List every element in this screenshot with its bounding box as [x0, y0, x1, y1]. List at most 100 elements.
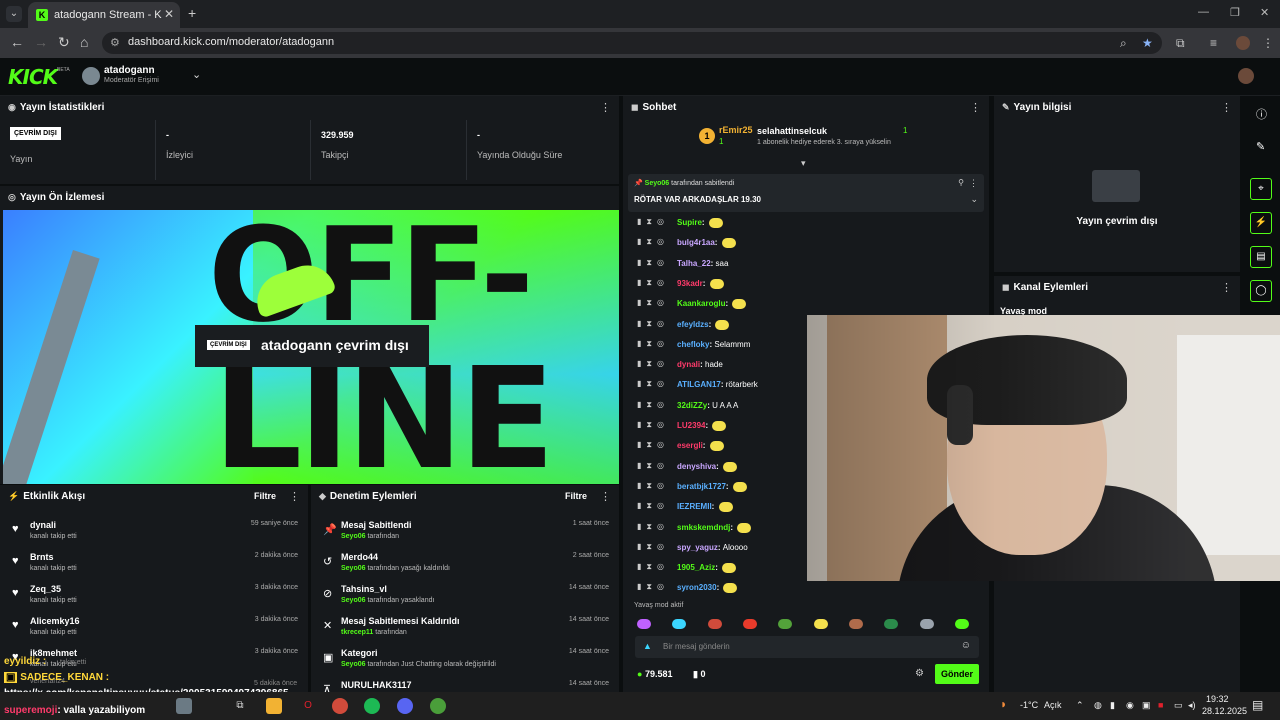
pin-menu-icon[interactable]: ⋮	[969, 178, 978, 189]
url-field[interactable]: ⚙ dashboard.kick.com/moderator/atadogann…	[102, 32, 1162, 54]
mod-quick-actions-icon[interactable]: ▮⧗◎	[637, 522, 669, 532]
mod-quick-actions-icon[interactable]: ▮⧗◎	[637, 237, 669, 247]
mod-by[interactable]: Seyo06	[341, 565, 366, 572]
mod-quick-actions-icon[interactable]: ▮⧗◎	[637, 359, 669, 369]
mod-menu-icon[interactable]: ⋮	[600, 490, 611, 503]
weather-temp[interactable]: -1°C	[1020, 700, 1038, 710]
pin-expand-icon[interactable]: ⌄	[970, 194, 978, 205]
chat-username[interactable]: 32diZZy	[677, 401, 707, 410]
sidebar-chat-icon[interactable]: ◯	[1250, 280, 1272, 302]
zoom-icon[interactable]: ⌕	[1120, 36, 1127, 51]
mod-quick-actions-icon[interactable]: ▮⧗◎	[637, 319, 669, 329]
media-icon[interactable]: ≡	[1210, 36, 1217, 50]
restore-icon[interactable]: ❐	[1230, 6, 1240, 19]
chat-username[interactable]: 93kadr	[677, 279, 703, 288]
emote-icon[interactable]	[743, 618, 758, 629]
close-window-icon[interactable]: ✕	[1260, 6, 1269, 19]
back-icon[interactable]: ←	[10, 34, 24, 50]
chrome-icon[interactable]	[430, 698, 446, 714]
chat-username[interactable]: LU2394	[677, 421, 705, 430]
forward-icon[interactable]: →	[34, 34, 48, 50]
tray-app-icon[interactable]: ◍	[1094, 700, 1102, 711]
sidebar-document-icon[interactable]: ▤	[1250, 246, 1272, 268]
emote-icon[interactable]	[637, 618, 651, 629]
network-icon[interactable]: ▭	[1174, 700, 1183, 711]
browser-tab[interactable]: K atadogann Stream - Kick Dashb ✕	[28, 2, 180, 28]
emote-icon[interactable]	[884, 618, 899, 629]
activity-user[interactable]: Alicemky16	[30, 616, 80, 626]
emote-icon[interactable]	[707, 618, 722, 629]
home-icon[interactable]: ⌂	[80, 34, 88, 50]
clock-date[interactable]: 28.12.2025	[1202, 706, 1247, 716]
emote-icon[interactable]	[813, 618, 828, 629]
emote-icon[interactable]	[849, 618, 864, 629]
activity-user[interactable]: dynali	[30, 520, 56, 530]
microphone-icon[interactable]: ▮	[1110, 700, 1115, 711]
chat-username[interactable]: esergli	[677, 441, 703, 450]
mod-quick-actions-icon[interactable]: ▮⧗◎	[637, 339, 669, 349]
tab-search-icon[interactable]: ⌄	[6, 6, 22, 22]
mod-quick-actions-icon[interactable]: ▮⧗◎	[637, 440, 669, 450]
chat-username[interactable]: efeyldzs	[677, 320, 709, 329]
chat-username[interactable]: syron2030	[677, 584, 717, 593]
mod-quick-actions-icon[interactable]: ▮⧗◎	[637, 400, 669, 410]
mod-quick-actions-icon[interactable]: ▮⧗◎	[637, 542, 669, 552]
gift-target-name[interactable]: selahattinselcuk	[757, 126, 827, 136]
sidebar-target-icon[interactable]: ⌖	[1250, 178, 1272, 200]
notifications-icon[interactable]: ▤	[1252, 698, 1263, 712]
mod-quick-actions-icon[interactable]: ▮⧗◎	[637, 298, 669, 308]
extensions-icon[interactable]: ⧉	[1176, 36, 1185, 51]
channel-actions-menu-icon[interactable]: ⋮	[1221, 281, 1232, 294]
mod-quick-actions-icon[interactable]: ▮⧗◎	[637, 217, 669, 227]
mod-by[interactable]: Seyo06	[341, 533, 366, 540]
tab-close-icon[interactable]: ✕	[164, 7, 174, 21]
chat-username[interactable]: Talha_22	[677, 259, 711, 268]
chat-username[interactable]: dynali	[677, 360, 700, 369]
discord-icon[interactable]	[397, 698, 413, 714]
channel-switch-chevron-icon[interactable]: ⌄	[192, 68, 201, 81]
mod-by[interactable]: tkrecep11	[341, 629, 373, 636]
kick-logo[interactable]: KICK	[8, 65, 58, 89]
chat-username[interactable]: bulg4r1aa	[677, 238, 715, 247]
chat-username[interactable]: beratbjk1727	[677, 482, 726, 491]
stream-info-menu-icon[interactable]: ⋮	[1221, 101, 1232, 114]
send-button[interactable]: Gönder	[935, 664, 979, 684]
tray-app-icon-3[interactable]: ■	[1158, 700, 1163, 710]
chat-username[interactable]: spy_yaguz	[677, 543, 718, 552]
mod-quick-actions-icon[interactable]: ▮⧗◎	[637, 481, 669, 491]
activity-user[interactable]: Brnts	[30, 552, 54, 562]
sidebar-bolt-icon[interactable]: ⚡	[1250, 212, 1272, 234]
pinned-by[interactable]: Seyo06	[645, 180, 670, 187]
chat-username[interactable]: Kaankaroglu	[677, 299, 725, 308]
taskbar-app-icon[interactable]	[176, 698, 192, 714]
stats-menu-icon[interactable]: ⋮	[600, 101, 611, 114]
chat-username[interactable]: denyshiva	[677, 462, 716, 471]
chat-username[interactable]: ATILGAN17	[677, 380, 721, 389]
user-avatar[interactable]	[1238, 68, 1254, 84]
reload-icon[interactable]: ↻	[58, 34, 70, 51]
emote-icon[interactable]	[955, 618, 970, 629]
chat-username[interactable]: IEZREMII	[677, 502, 712, 511]
mod-quick-actions-icon[interactable]: ▮⧗◎	[637, 258, 669, 268]
mod-quick-actions-icon[interactable]: ▮⧗◎	[637, 501, 669, 511]
file-explorer-icon[interactable]	[266, 698, 282, 714]
browser-profile-avatar[interactable]	[1236, 36, 1250, 50]
mod-quick-actions-icon[interactable]: ▮⧗◎	[637, 379, 669, 389]
mod-quick-actions-icon[interactable]: ▮⧗◎	[637, 420, 669, 430]
spotify-icon[interactable]	[364, 698, 380, 714]
mod-quick-actions-icon[interactable]: ▮⧗◎	[637, 582, 669, 592]
info-icon[interactable]: ⓘ	[1256, 106, 1267, 122]
chat-input[interactable]: ▲ Bir mesaj gönderin ☺	[635, 636, 979, 658]
chat-menu-icon[interactable]: ⋮	[970, 101, 981, 114]
mod-by[interactable]: Seyo06	[341, 597, 366, 604]
chat-username[interactable]: Supire	[677, 218, 702, 227]
site-info-icon[interactable]: ⚙	[110, 36, 120, 49]
collapse-banner-icon[interactable]: ▾	[801, 158, 806, 169]
app-icon[interactable]	[332, 698, 348, 714]
unpin-button-icon[interactable]: ⚲	[958, 178, 964, 187]
emoji-picker-icon[interactable]: ☺	[961, 640, 971, 651]
activity-filter-button[interactable]: Filtre	[254, 491, 276, 501]
tray-discord-icon[interactable]: ◉	[1126, 700, 1134, 711]
activity-menu-icon[interactable]: ⋮	[289, 490, 300, 503]
mod-quick-actions-icon[interactable]: ▮⧗◎	[637, 461, 669, 471]
